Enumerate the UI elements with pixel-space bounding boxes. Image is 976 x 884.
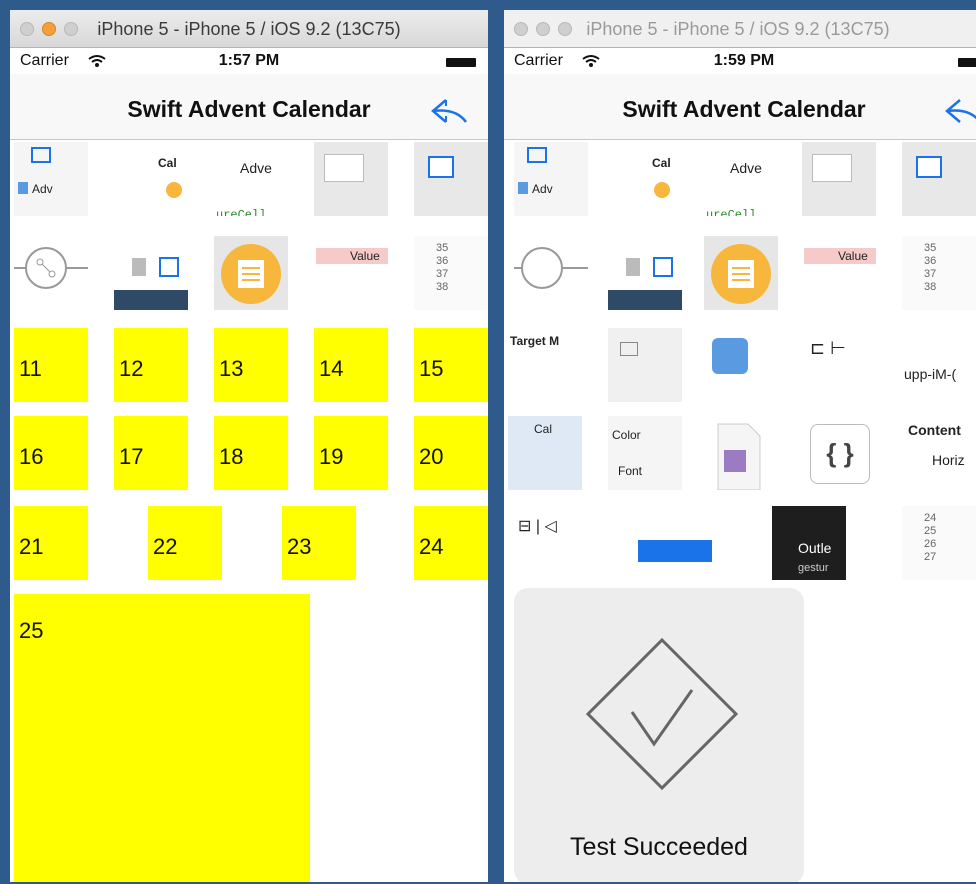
thumb-line-numbers: 35 36 37 38 — [414, 236, 488, 310]
thumb-source-file: Adve ureCell — [214, 142, 288, 216]
thumb-source-file: Adve ureCell — [704, 142, 778, 216]
day-cell-17[interactable]: 17 — [114, 416, 188, 490]
day-cell-12[interactable]: 12 — [114, 328, 188, 402]
thumb-editor-toolbar — [802, 142, 876, 216]
thumb-xcode-tree: Cal — [608, 142, 682, 216]
thumb-notes-app — [214, 236, 288, 310]
trash-icon — [114, 257, 188, 310]
status-time: 1:59 PM — [713, 52, 775, 69]
thumb-target-membership: Target M — [508, 328, 582, 402]
thumb-line-numbers: 35 36 37 38 — [902, 236, 976, 310]
thumb-panel-toggles — [902, 142, 976, 216]
battery-icon — [446, 58, 476, 67]
window-titlebar: iPhone 5 - iPhone 5 / iOS 9.2 (13C75) — [504, 10, 976, 48]
thumb-line-numbers-2: 24 25 26 27 — [902, 506, 976, 580]
status-bar: Carrier 1:57 PM — [10, 50, 488, 72]
day-cell-20[interactable]: 20 — [414, 416, 488, 490]
thumb-attributes: Color Font — [608, 416, 682, 490]
thumb-project-name: upp-iM-( — [902, 328, 976, 402]
trash-icon — [608, 257, 682, 310]
thumb-error-value: Value — [802, 236, 876, 310]
nav-title: Swift Advent Calendar — [622, 96, 866, 122]
day-cell-11[interactable]: 11 — [14, 328, 88, 402]
segue-icon — [14, 247, 88, 289]
file-icon — [717, 423, 761, 490]
thumb-trash — [114, 236, 188, 310]
day-cell-15[interactable]: 15 — [414, 328, 488, 402]
day-cell-16[interactable]: 16 — [14, 416, 88, 490]
align-icon — [324, 154, 364, 182]
thumb-xcode-tree: Cal — [114, 142, 188, 216]
thumb-trash — [608, 236, 682, 310]
thumb-panel-toggles — [414, 142, 488, 216]
thumb-segue — [514, 236, 588, 310]
battery-icon — [958, 58, 976, 67]
thumb-editor-toolbar — [314, 142, 388, 216]
align-icon — [812, 154, 852, 182]
thumb-segue — [14, 236, 88, 310]
folder-icon — [18, 147, 51, 194]
day-cell-19[interactable]: 19 — [314, 416, 388, 490]
segue-icon — [514, 247, 588, 289]
notes-icon — [711, 244, 771, 304]
checkmark-diamond-icon — [585, 637, 739, 791]
day-cell-13[interactable]: 13 — [214, 328, 288, 402]
thumb-toolbar-icons: ⊟ | ◁ — [508, 506, 582, 580]
thumb-outlets-popup: Outle gestur — [772, 506, 846, 580]
hud-message: Test Succeeded — [570, 833, 748, 861]
window-title: iPhone 5 - iPhone 5 / iOS 9.2 (13C75) — [97, 19, 401, 39]
test-succeeded-hud: Test Succeeded — [514, 588, 804, 882]
left-simulator-window: iPhone 5 - iPhone 5 / iOS 9.2 (13C75) Ca… — [8, 8, 490, 884]
thumb-device-list — [638, 506, 712, 580]
navigation-bar: Swift Advent Calendar — [10, 74, 488, 140]
right-simulator-window: iPhone 5 - iPhone 5 / iOS 9.2 (13C75) Ca… — [502, 8, 976, 884]
thumb-align-tools: ⊏ ⊢ — [802, 328, 876, 402]
panel-icon — [428, 156, 454, 178]
nav-title: Swift Advent Calendar — [127, 96, 371, 122]
thumb-xcode-navigator: Adv — [514, 142, 588, 216]
thumb-class-file — [704, 416, 778, 490]
day-cell-23[interactable]: 23 — [282, 506, 356, 580]
day-cell-21[interactable]: 21 — [14, 506, 88, 580]
grid-icon — [712, 338, 748, 374]
thumb-error-value: Value — [314, 236, 388, 310]
panel-icon — [916, 156, 942, 178]
day-cell-25[interactable]: 25 — [14, 594, 310, 882]
thumb-xcode-navigator: Adv — [14, 142, 88, 216]
thumb-content-panel: Content Horiz — [902, 416, 976, 490]
folder-icon — [518, 147, 547, 194]
reply-icon[interactable] — [944, 96, 976, 126]
day-cell-24[interactable]: 24 — [414, 506, 488, 580]
day-cell-18[interactable]: 18 — [214, 416, 288, 490]
status-bar: Carrier 1:59 PM — [504, 50, 976, 72]
day-cell-22[interactable]: 22 — [148, 506, 222, 580]
status-time: 1:57 PM — [218, 52, 280, 69]
grid-icon — [654, 182, 670, 198]
thumb-dropdown — [608, 328, 682, 402]
grid-icon — [166, 182, 182, 198]
notes-icon — [221, 244, 281, 304]
thumb-class-tree: Cal — [508, 416, 582, 490]
reply-icon[interactable] — [430, 96, 470, 126]
thumb-notes-app — [704, 236, 778, 310]
window-titlebar: iPhone 5 - iPhone 5 / iOS 9.2 (13C75) — [10, 10, 488, 48]
window-title: iPhone 5 - iPhone 5 / iOS 9.2 (13C75) — [586, 19, 890, 39]
braces-icon: { } — [810, 424, 870, 484]
thumb-braces: { } — [802, 416, 876, 490]
day-cell-14[interactable]: 14 — [314, 328, 388, 402]
thumb-app-icon — [704, 328, 778, 402]
navigation-bar: Swift Advent Calendar — [504, 74, 976, 140]
